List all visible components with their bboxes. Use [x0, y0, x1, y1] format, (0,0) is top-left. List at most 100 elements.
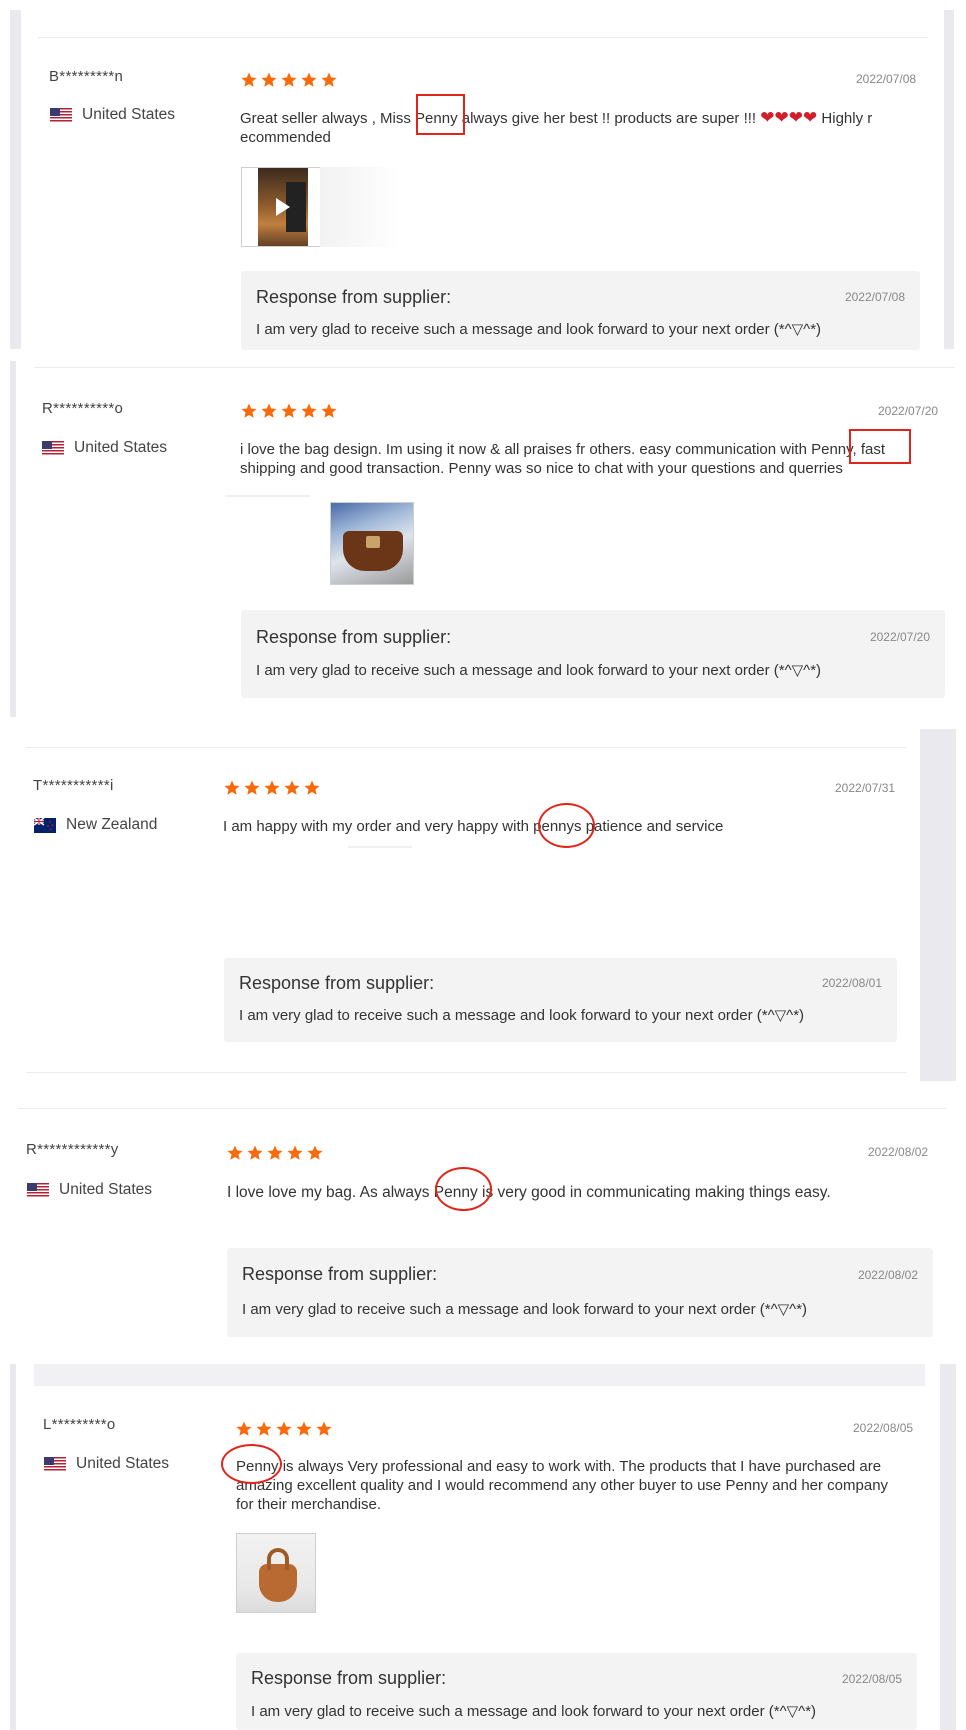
response-text: I am very glad to receive such a message…: [239, 1007, 805, 1024]
star-icon: [266, 1144, 284, 1162]
comment-text: ecommended: [240, 129, 331, 146]
review-comment: I love love my bag. As always Penny is v…: [227, 1183, 831, 1202]
buyer-name: L*********o: [43, 1416, 116, 1433]
star-icon: [243, 779, 261, 797]
comment-text: I love love my bag. As always: [227, 1184, 434, 1201]
supplier-response: Response from supplier: 2022/08/02 I am …: [227, 1248, 933, 1337]
star-icon: [320, 402, 338, 420]
comment-text: for their merchandise.: [236, 1496, 382, 1513]
divider: [26, 1072, 906, 1073]
star-icon: [300, 71, 318, 89]
supplier-response: Response from supplier: 2022/07/20 I am …: [241, 610, 945, 698]
star-icon: [223, 779, 241, 797]
country-label: New Zealand: [66, 816, 158, 833]
panel-edge-right: [940, 1364, 956, 1730]
country-label: United States: [82, 106, 176, 123]
supplier-response: Response from supplier: 2022/08/01 I am …: [224, 958, 897, 1042]
country-label: United States: [74, 439, 168, 456]
supplier-response: Response from supplier: 2022/07/08 I am …: [241, 271, 920, 350]
country-label: United States: [59, 1181, 153, 1198]
annotation-circle: [435, 1167, 492, 1211]
star-icon: [306, 1144, 324, 1162]
star-icon: [260, 71, 278, 89]
star-rating: [235, 1420, 333, 1438]
review-date: 2022/08/05: [853, 1421, 914, 1435]
star-icon: [283, 779, 301, 797]
star-icon: [226, 1144, 244, 1162]
response-title: Response from supplier:: [239, 973, 435, 993]
nz-flag-icon: [34, 818, 56, 833]
us-flag-icon: [50, 108, 72, 123]
comment-text: I am happy with my order and very happy …: [223, 818, 534, 835]
star-icon: [280, 71, 298, 89]
annotation-box: [416, 94, 465, 135]
response-title: Response from supplier:: [256, 287, 452, 307]
buyer-country: United States: [27, 1181, 152, 1199]
review-photo[interactable]: [330, 502, 414, 585]
comment-text: Highly r: [817, 110, 873, 127]
buyer-country: New Zealand: [34, 816, 157, 834]
star-icon: [320, 71, 338, 89]
comment-text: always give her best !! products are sup…: [457, 110, 761, 127]
review-comment: i love the bag design. Im using it now &…: [240, 440, 945, 478]
buyer-name: R************y: [26, 1141, 119, 1158]
star-icon: [280, 402, 298, 420]
response-date: 2022/08/01: [821, 976, 882, 990]
star-rating: [240, 402, 338, 420]
thumbnail-placeholder: [320, 167, 400, 247]
buyer-country: United States: [50, 106, 175, 124]
star-icon: [286, 1144, 304, 1162]
divider: [34, 367, 954, 368]
star-icon: [295, 1420, 313, 1438]
review-comment: Penny is always Very professional and ea…: [236, 1457, 926, 1514]
response-text: I am very glad to receive such a message…: [256, 321, 822, 338]
divider: [26, 747, 906, 748]
response-date: 2022/07/20: [869, 630, 930, 644]
review-photo[interactable]: [236, 1533, 316, 1613]
panel-edge-left: [10, 10, 21, 349]
star-rating: [240, 71, 338, 89]
star-icon: [263, 779, 281, 797]
panel-edge-right: [944, 10, 954, 349]
buyer-name: R**********o: [42, 400, 124, 417]
comment-text: is very good in communicating making thi…: [477, 1184, 831, 1201]
us-flag-icon: [44, 1457, 66, 1472]
comment-text: is always Very professional and easy to …: [278, 1458, 882, 1475]
play-icon: [276, 198, 290, 216]
star-icon: [303, 779, 321, 797]
response-text: I am very glad to receive such a message…: [242, 1301, 808, 1318]
thumbnail-placeholder: [348, 846, 412, 848]
star-icon: [246, 1144, 264, 1162]
review-date: 2022/07/31: [835, 781, 896, 795]
star-icon: [240, 402, 258, 420]
buyer-country: United States: [44, 1455, 169, 1473]
response-title: Response from supplier:: [242, 1264, 438, 1284]
star-icon: [255, 1420, 273, 1438]
review-date: 2022/07/20: [878, 404, 939, 418]
panel-edge-right: [920, 729, 956, 1081]
review-date: 2022/08/02: [868, 1145, 929, 1159]
review-comment: Great seller always , Miss Penny always …: [240, 108, 920, 147]
comment-text: Great seller always , Miss: [240, 110, 416, 127]
panel-edge-left: [10, 1364, 16, 1730]
response-text: I am very glad to receive such a message…: [251, 1703, 817, 1720]
us-flag-icon: [42, 441, 64, 456]
buyer-country: United States: [42, 439, 167, 457]
star-icon: [260, 402, 278, 420]
divider: [38, 37, 928, 38]
comment-text: shipping and good transaction. Penny was…: [240, 460, 843, 477]
star-icon: [300, 402, 318, 420]
star-rating: [223, 779, 321, 797]
comment-text: i love the bag design. Im using it now &…: [240, 441, 812, 458]
response-title: Response from supplier:: [251, 1668, 447, 1688]
response-title: Response from supplier:: [256, 627, 452, 647]
buyer-name: T***********i: [33, 777, 114, 794]
annotation-box: [849, 429, 911, 464]
country-label: United States: [76, 1455, 170, 1472]
comment-text: patience and service: [581, 818, 724, 835]
response-date: 2022/08/02: [857, 1268, 918, 1282]
video-thumbnail[interactable]: [241, 167, 321, 247]
review-date: 2022/07/08: [856, 72, 917, 86]
review-comment: I am happy with my order and very happy …: [223, 817, 723, 836]
buyer-name: B*********n: [49, 68, 124, 85]
